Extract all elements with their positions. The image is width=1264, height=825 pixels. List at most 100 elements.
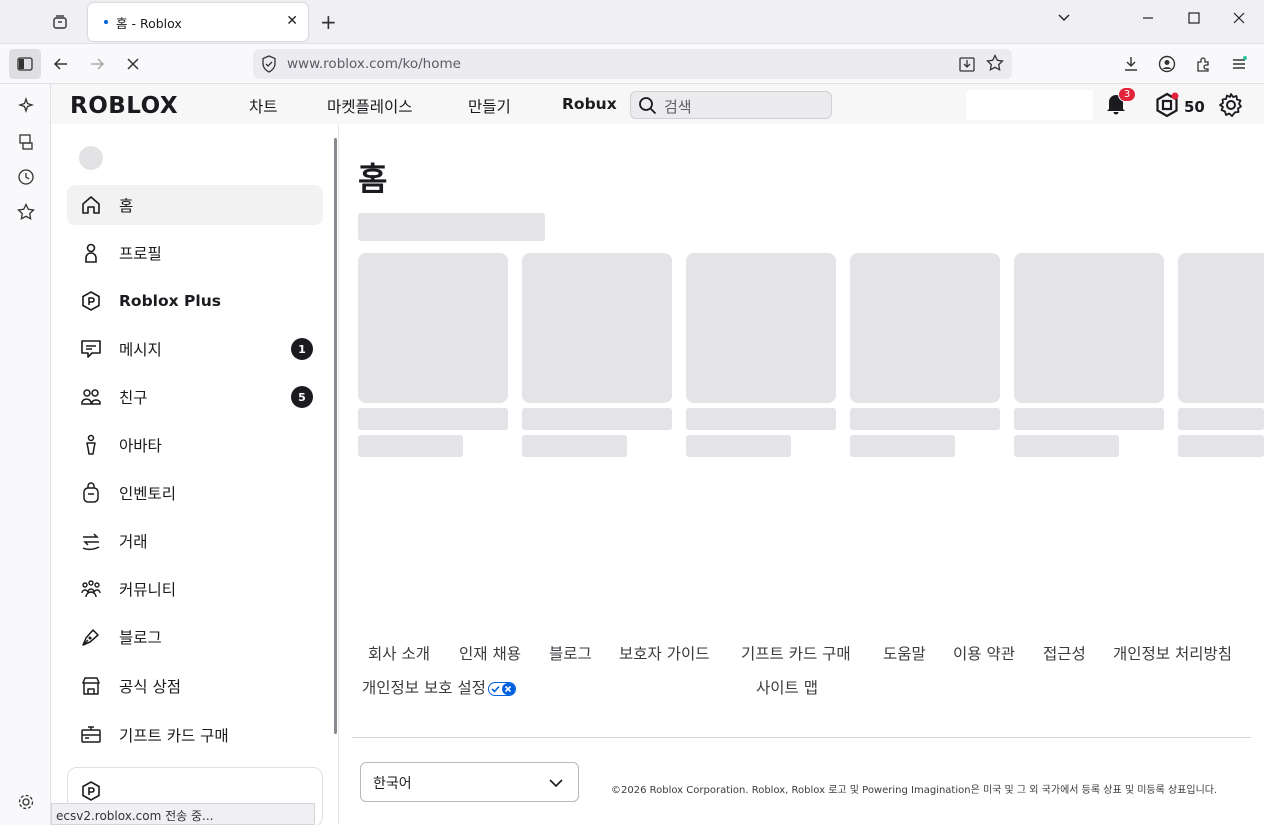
minimize-icon[interactable] xyxy=(1142,10,1154,28)
robux-icon xyxy=(1154,92,1180,122)
ai-chatbot-icon[interactable] xyxy=(16,96,36,116)
url-text[interactable]: www.roblox.com/ko/home xyxy=(287,56,461,72)
sidebar-item-label: 프로필 xyxy=(119,245,162,263)
tab-title: 홈 - Roblox xyxy=(116,15,182,31)
robux-amount: 50 xyxy=(1184,98,1205,116)
sidebar-item-label: 아바타 xyxy=(119,437,162,455)
close-tab-icon[interactable]: ✕ xyxy=(286,13,298,29)
stop-loading-icon[interactable] xyxy=(118,50,148,78)
new-tab-icon[interactable]: + xyxy=(320,10,337,34)
site-security-icon[interactable] xyxy=(261,55,277,77)
profile-icon xyxy=(79,241,103,265)
browser-status-bar: ecsv2.roblox.com 전송 중... xyxy=(51,803,315,825)
sidebar-item-gift-cards[interactable]: 기프트 카드 구매 xyxy=(67,715,323,755)
downloads-icon[interactable] xyxy=(1116,50,1146,78)
browser-tabstrip: 홈 - Roblox ✕ + xyxy=(0,0,1264,44)
game-title-skeleton xyxy=(850,408,1000,430)
search-icon xyxy=(638,96,657,119)
sidebar-item-roblox-plus[interactable]: Roblox Plus xyxy=(67,281,323,321)
sidebar-item-inventory[interactable]: 인벤토리 xyxy=(67,473,323,513)
sidebar-item-trade[interactable]: 거래 xyxy=(67,521,323,561)
url-bar[interactable]: www.roblox.com/ko/home xyxy=(253,49,1012,79)
privacy-settings-label: 개인정보 보호 설정 xyxy=(362,679,486,697)
maximize-icon[interactable] xyxy=(1188,10,1200,28)
footer-link-privacy[interactable]: 개인정보 처리방침 xyxy=(1113,642,1232,664)
save-page-icon[interactable] xyxy=(958,55,976,77)
browser-tab-active[interactable]: 홈 - Roblox ✕ xyxy=(88,3,308,41)
sidebar-item-community[interactable]: 커뮤니티 xyxy=(67,569,323,609)
footer-link-about[interactable]: 회사 소개 xyxy=(368,642,430,664)
left-nav-scrollbar[interactable] xyxy=(334,138,337,734)
footer-link-sitemap[interactable]: 사이트 맵 xyxy=(756,676,818,698)
sidebar-item-label: 홈 xyxy=(119,197,134,215)
community-icon xyxy=(79,577,103,601)
footer-link-parents[interactable]: 보호자 가이드 xyxy=(619,642,710,664)
footer-link-jobs[interactable]: 인재 채용 xyxy=(459,642,521,664)
game-card-skeleton xyxy=(850,253,1000,403)
footer-link-gift-cards[interactable]: 기프트 카드 구매 xyxy=(741,642,851,664)
roblox-left-nav: 홈 프로필 Roblox Plus 메시지 1 친구 5 아바타 인벤토리 거래… xyxy=(51,124,339,825)
tab-list-icon[interactable] xyxy=(1057,10,1071,28)
menu-icon[interactable] xyxy=(1224,50,1254,78)
nav-robux[interactable]: Robux xyxy=(562,95,617,113)
sidebar-item-friends[interactable]: 친구 5 xyxy=(67,377,323,417)
bookmark-star-icon[interactable] xyxy=(986,53,1004,76)
back-icon[interactable] xyxy=(46,50,76,78)
notifications-button[interactable]: 3 xyxy=(1104,87,1136,118)
footer-link-help[interactable]: 도움말 xyxy=(883,642,926,664)
search-input[interactable]: 검색 xyxy=(630,91,832,119)
sidebar-item-label: 메시지 xyxy=(119,341,162,359)
nav-charts[interactable]: 차트 xyxy=(249,95,278,117)
trade-icon xyxy=(79,529,103,553)
forward-icon[interactable] xyxy=(82,50,112,78)
gift-card-icon xyxy=(79,723,103,747)
sidebar-item-home[interactable]: 홈 xyxy=(67,185,323,225)
search-placeholder: 검색 xyxy=(664,98,692,116)
game-meta-skeleton xyxy=(1178,435,1264,457)
footer-link-accessibility[interactable]: 접근성 xyxy=(1043,642,1086,664)
sidebar-item-label: 인벤토리 xyxy=(119,485,177,503)
robux-balance-button[interactable]: 50 xyxy=(1154,92,1205,122)
copyright-text: ©2026 Roblox Corporation. Roblox, Roblox… xyxy=(611,785,1218,796)
footer-link-terms[interactable]: 이용 약관 xyxy=(953,642,1015,664)
nav-create[interactable]: 만들기 xyxy=(468,95,511,117)
game-title-skeleton xyxy=(1014,408,1164,430)
sidebar-item-blog[interactable]: 블로그 xyxy=(67,617,323,657)
browser-vertical-sidebar xyxy=(0,84,51,825)
extensions-icon[interactable] xyxy=(1188,50,1218,78)
footer-link-blog[interactable]: 블로그 xyxy=(549,642,592,664)
game-card-skeleton xyxy=(522,253,672,403)
roblox-plus-icon xyxy=(79,289,103,313)
tab-loading-dot xyxy=(104,20,108,24)
nav-marketplace[interactable]: 마켓플레이스 xyxy=(327,95,413,117)
sidebar-item-messages[interactable]: 메시지 1 xyxy=(67,329,323,369)
roblox-logo[interactable]: ROBLOX xyxy=(70,93,178,119)
history-icon[interactable] xyxy=(16,167,36,187)
sidebar-item-label: 기프트 카드 구매 xyxy=(119,727,229,745)
tab-overview-icon[interactable] xyxy=(42,6,78,38)
customize-sidebar-icon[interactable] xyxy=(16,792,36,812)
bookmarks-icon[interactable] xyxy=(16,202,36,222)
sidebar-item-official-store[interactable]: 공식 상점 xyxy=(67,666,323,706)
synced-tabs-icon[interactable] xyxy=(16,132,36,152)
roblox-header: ROBLOX 차트 마켓플레이스 만들기 Robux 검색 3 50 xyxy=(51,84,1264,124)
sidebar-item-label: 거래 xyxy=(119,533,148,551)
avatar[interactable] xyxy=(79,146,103,170)
game-meta-skeleton xyxy=(686,435,791,457)
privacy-choices-icon xyxy=(487,681,516,696)
game-meta-skeleton xyxy=(850,435,955,457)
game-meta-skeleton xyxy=(1014,435,1119,457)
footer-link-privacy-settings[interactable]: 개인정보 보호 설정 xyxy=(362,676,516,698)
chevron-down-icon xyxy=(548,775,564,795)
store-icon xyxy=(79,674,103,698)
close-window-icon[interactable] xyxy=(1233,10,1245,28)
account-icon[interactable] xyxy=(1152,50,1182,78)
header-blank-box xyxy=(966,90,1093,120)
sidebar-item-avatar[interactable]: 아바타 xyxy=(67,425,323,465)
sidebar-toggle-icon[interactable] xyxy=(9,49,41,79)
avatar-icon xyxy=(79,433,103,457)
sidebar-item-profile[interactable]: 프로필 xyxy=(67,233,323,273)
notification-badge: 3 xyxy=(1118,87,1136,102)
language-select[interactable]: 한국어 xyxy=(360,762,579,802)
settings-gear-icon[interactable] xyxy=(1218,92,1244,122)
